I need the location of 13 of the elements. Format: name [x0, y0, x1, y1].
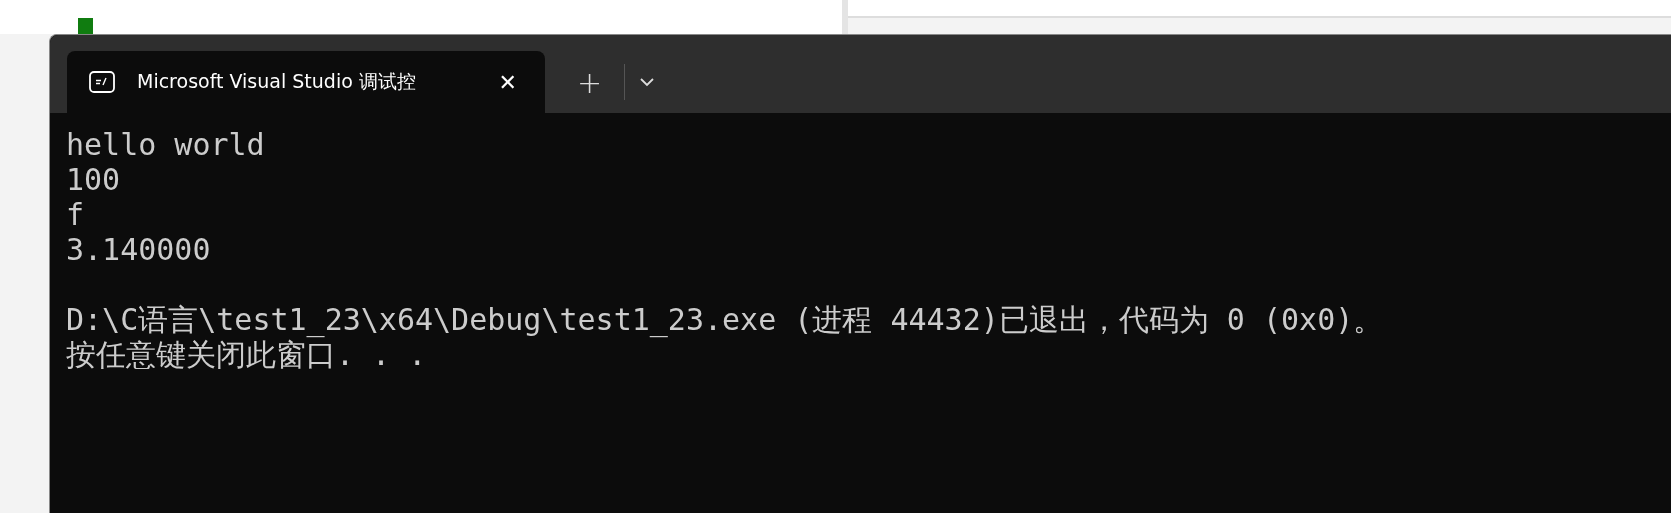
console-output-line: 3.140000 — [66, 232, 212, 267]
console-output-line: hello world — [66, 127, 266, 162]
console-output-line: 100 — [66, 162, 122, 197]
console-message-line: D:\C语言\test1_23\x64\Debug\test1_23.exe (进程 44432)已退出，代码为 0 (0x0)。 — [66, 302, 1385, 337]
tab-title: Microsoft Visual Studio 调试控 — [137, 69, 417, 94]
terminal-tab[interactable]: Microsoft Visual Studio 调试控 ✕ — [67, 51, 545, 113]
console-output-line: f — [66, 197, 86, 232]
console-icon — [89, 71, 115, 93]
new-tab-button[interactable]: + — [569, 51, 611, 113]
chevron-down-icon[interactable] — [639, 77, 656, 87]
console-message-line: 按任意键关闭此窗口. . . — [66, 337, 427, 372]
change-marker — [78, 18, 93, 34]
close-tab-button[interactable]: ✕ — [492, 69, 523, 95]
